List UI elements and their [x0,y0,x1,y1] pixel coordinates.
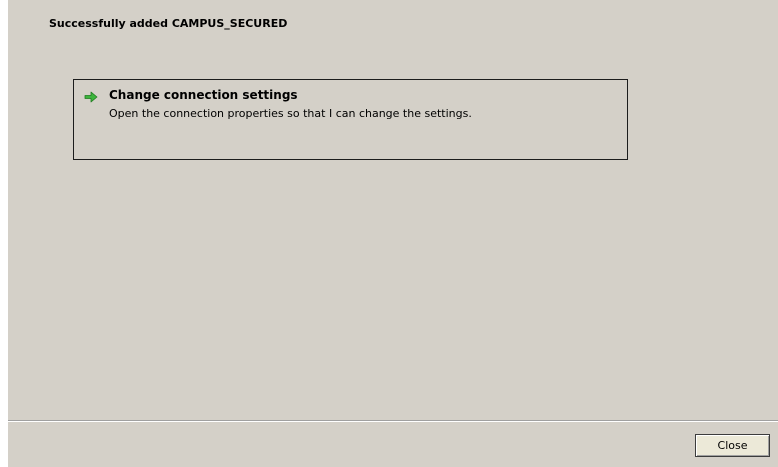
wireless-setup-dialog: Successfully added CAMPUS_SECURED Change… [8,0,778,467]
footer-separator [8,420,778,422]
green-arrow-right-icon [83,89,99,105]
command-link-title: Change connection settings [109,88,298,102]
success-heading: Successfully added CAMPUS_SECURED [49,17,288,30]
change-connection-settings-link[interactable]: Change connection settings Open the conn… [73,79,628,160]
command-link-description: Open the connection properties so that I… [109,107,472,120]
close-button[interactable]: Close [695,434,770,457]
